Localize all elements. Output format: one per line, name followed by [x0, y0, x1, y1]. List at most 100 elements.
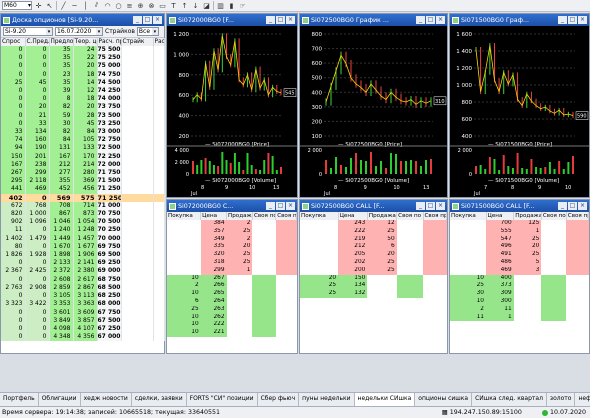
ask-row[interactable]: 200 25 [300, 266, 447, 275]
board-current-row[interactable]: 402 0 569 575 71 250 [1, 193, 165, 202]
close-icon[interactable]: × [578, 202, 587, 210]
bid-row[interactable]: 25 263 [167, 305, 297, 314]
maximize-icon[interactable]: □ [568, 16, 577, 24]
board-row[interactable]: 0 0 35 20 75 000 [1, 62, 165, 71]
board-row[interactable]: 820 1 000 867 873 70 750 [1, 210, 165, 219]
arrow-up-icon[interactable]: ↑ [180, 1, 189, 10]
board-row[interactable]: 267 299 277 280 71 750 [1, 169, 165, 178]
tab-4[interactable]: FORTS "СИ" позиции [187, 393, 258, 406]
bid-row[interactable]: 10 222 [167, 321, 297, 330]
board-row[interactable]: 004 348 4 356 67 000 [1, 333, 165, 342]
line-icon[interactable]: ╱ [59, 1, 68, 10]
price-chart[interactable]: 1 600 1 400 1 200 1 000 800 600 400 590 — Si0715… [450, 26, 589, 197]
ask-row[interactable]: 469 3 [450, 266, 589, 275]
board-row[interactable]: 3 323 3 422 3 353 3 363 68 000 [1, 300, 165, 309]
tab-5[interactable]: Сбер фьюч [258, 393, 300, 406]
maximize-icon[interactable]: □ [426, 16, 435, 24]
orderbook-header[interactable]: Продажа [367, 212, 398, 220]
board-row[interactable]: 74 160 84 105 72 750 [1, 136, 165, 145]
tab-8[interactable]: опционы сишка [415, 393, 473, 406]
board-row[interactable]: 33 134 82 84 73 000 [1, 128, 165, 137]
bid-row[interactable]: 25 134 [300, 282, 447, 291]
orderbook-header[interactable]: Своя по [396, 212, 424, 220]
board-header-3[interactable]: Теор. цена [73, 38, 98, 46]
bid-row[interactable]: 10 300 [450, 297, 589, 306]
orderbook-header[interactable]: Покупка [450, 212, 487, 220]
board-header-0[interactable]: Спрос [1, 38, 26, 46]
board-row[interactable]: 0 21 59 28 73 500 [1, 111, 165, 120]
bid-row[interactable]: 25 373 [450, 282, 589, 291]
bid-row[interactable]: 10 262 [167, 313, 297, 322]
ask-row[interactable]: 219 50 [300, 235, 447, 244]
board-row[interactable]: 1 402 1 479 1 449 1 457 70 000 [1, 234, 165, 243]
board-row[interactable]: 004 098 4 107 67 250 [1, 324, 165, 334]
board-row[interactable]: 0 0 35 24 75 500 [1, 46, 165, 55]
board-row[interactable]: 902 1 096 1 046 1 054 70 500 [1, 218, 165, 227]
interval-select[interactable]: M60 ▾ [2, 1, 32, 10]
cursor-icon[interactable]: ✛ [34, 1, 43, 10]
tab-10[interactable]: золото [547, 393, 576, 406]
maximize-icon[interactable]: □ [143, 16, 152, 24]
board-row[interactable]: 003 105 3 113 68 250 [1, 292, 165, 301]
tab-6[interactable]: пуны недельки [299, 393, 355, 406]
board-row[interactable]: 003 849 3 857 67 500 [1, 316, 165, 325]
ask-row[interactable]: 320 25 [167, 251, 297, 259]
arc-icon[interactable]: ◠ [103, 1, 112, 10]
board-row[interactable]: 0 0 23 18 74 750 [1, 70, 165, 79]
tab-0[interactable]: Портфель [0, 393, 39, 406]
close-icon[interactable]: × [153, 16, 162, 24]
tab-1[interactable]: Облигации [39, 393, 81, 406]
board-row[interactable]: 1 826 1 928 1 898 1 906 69 500 [1, 251, 165, 260]
minimize-icon[interactable]: _ [558, 16, 567, 24]
price-chart[interactable]: 800700600500400300200100310— Si072500BG0… [300, 26, 447, 197]
orderbook-header[interactable]: Своя пр [275, 212, 297, 220]
bid-row[interactable]: 11 1 [450, 313, 589, 322]
ask-row[interactable]: 349 2 [167, 235, 297, 244]
target-icon[interactable]: ⊕ [136, 1, 145, 10]
tab-2[interactable]: хедж новости [81, 393, 132, 406]
board-row[interactable]: 002 133 2 141 69 250 [1, 259, 165, 268]
orderbook-titlebar[interactable]: Si071500BG0 CALL [F... _ □ × [450, 200, 589, 212]
ask-row[interactable]: 222 25 [300, 227, 447, 236]
orderbook-titlebar[interactable]: Si072500BG0 CALL [F... _ □ × [300, 200, 447, 212]
bid-row[interactable]: 30 309 [450, 290, 589, 298]
board-row[interactable]: 441 469 452 456 71 250 [1, 185, 165, 194]
maximize-icon[interactable]: □ [276, 202, 285, 210]
orderbook-header[interactable]: Своя по [541, 212, 567, 220]
minimize-icon[interactable]: _ [416, 202, 425, 210]
maximize-icon[interactable]: □ [276, 16, 285, 24]
bid-row[interactable]: 10 400 [450, 274, 589, 283]
board-row[interactable]: 672 768 708 714 71 000 [1, 201, 165, 211]
ask-row[interactable]: 555 1 [450, 227, 589, 236]
orderbook-header[interactable]: Своя по [252, 212, 277, 220]
ask-row[interactable]: 357 25 [167, 227, 297, 236]
minimize-icon[interactable]: _ [266, 16, 275, 24]
pointer-icon[interactable]: ☞ [238, 1, 247, 10]
orderbook-header[interactable]: Продажа [513, 212, 542, 220]
tab-3[interactable]: сделки, заявки [132, 393, 187, 406]
ask-row[interactable]: 700 125 [450, 220, 589, 228]
arrow-icon[interactable]: ↖ [45, 1, 54, 10]
ask-row[interactable]: 202 25 [300, 258, 447, 267]
board-header-5[interactable]: Страйк [121, 38, 154, 46]
board-header-4[interactable]: Расч. прое [97, 38, 122, 46]
orderbook-header[interactable]: Цена [486, 212, 515, 220]
minimize-icon[interactable]: _ [416, 16, 425, 24]
minimize-icon[interactable]: _ [266, 202, 275, 210]
orderbook-header[interactable]: Своя пр [566, 212, 590, 220]
orderbook-header[interactable]: Цена [338, 212, 368, 220]
arrow-down-icon[interactable]: ↓ [191, 1, 200, 10]
bid-row[interactable]: 2 11 [450, 305, 589, 314]
tab-9[interactable]: СИшка след. квартал [472, 393, 547, 406]
board-row[interactable]: 167 238 212 214 72 000 [1, 160, 165, 170]
ask-row[interactable]: 547 25 [450, 235, 589, 244]
bid-row[interactable]: 20 150 [300, 274, 447, 283]
chart-titlebar[interactable]: Si072000BG0 [F... _ □ × [167, 14, 297, 26]
ask-row[interactable]: 243 12 [300, 220, 447, 228]
board-row[interactable]: 003 601 3 609 67 750 [1, 308, 165, 317]
close-icon[interactable]: × [436, 202, 445, 210]
board-row[interactable]: 150 201 167 170 72 250 [1, 152, 165, 161]
tab-7[interactable]: недельки СИшка [354, 393, 416, 406]
base-asset-select[interactable]: Si-9.20 ▾ [3, 27, 53, 36]
tab-11[interactable]: нефть [575, 393, 590, 406]
